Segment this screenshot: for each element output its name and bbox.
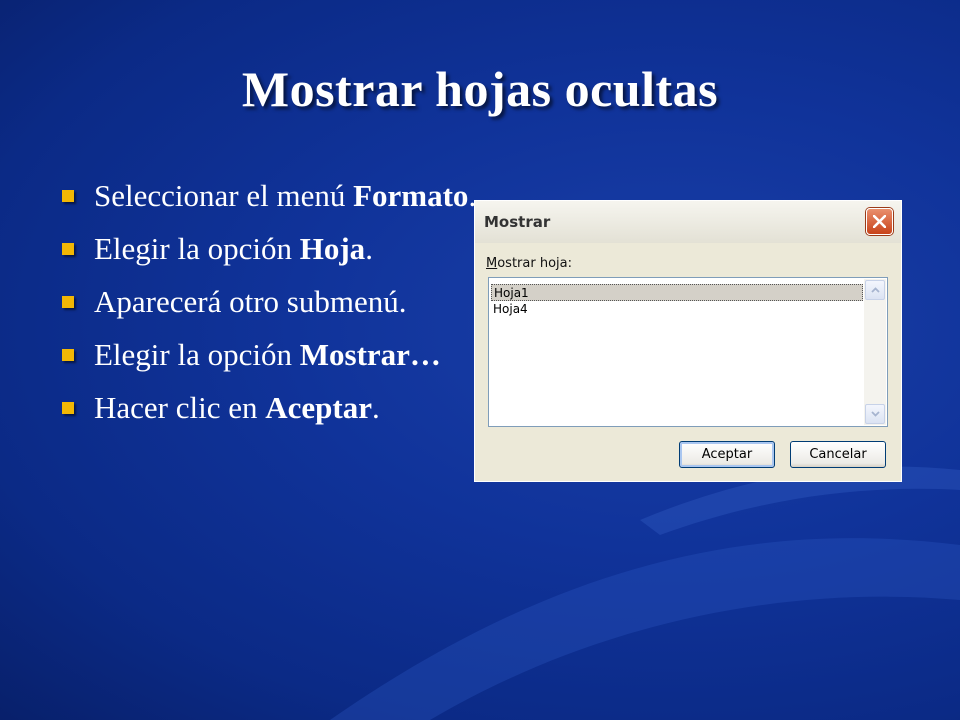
list-item-hoja4[interactable]: Hoja4 [491,301,863,318]
aceptar-button[interactable]: Aceptar [679,441,775,468]
bullet-item: Elegir la opción Mostrar… [60,335,480,375]
mostrar-dialog: Mostrar Mostrar hoja: Hoja1 Hoja4 Acepta… [474,200,902,482]
list-item-hoja1[interactable]: Hoja1 [491,284,863,301]
sheet-listbox[interactable]: Hoja1 Hoja4 [488,277,888,427]
scroll-down-button[interactable] [865,404,885,424]
square-bullet-icon [62,243,74,255]
scroll-up-button[interactable] [865,280,885,300]
square-bullet-icon [62,402,74,414]
square-bullet-icon [62,190,74,202]
cancelar-button[interactable]: Cancelar [790,441,886,468]
bullet-item: Elegir la opción Hoja. [60,229,480,269]
bullet-item: Seleccionar el menú Formato. [60,176,480,216]
close-button[interactable] [866,208,893,235]
close-icon [873,215,886,228]
square-bullet-icon [62,296,74,308]
dialog-titlebar[interactable]: Mostrar [475,201,901,243]
dialog-title: Mostrar [484,213,551,231]
bullet-item: Hacer clic en Aceptar. [60,388,480,428]
chevron-down-icon [871,411,880,417]
mostrar-hoja-label: Mostrar hoja: [486,256,572,271]
square-bullet-icon [62,349,74,361]
chevron-up-icon [871,287,880,293]
slide-title: Mostrar hojas ocultas [241,61,719,117]
bullet-item: Aparecerá otro submenú. [60,282,480,322]
bullet-list: Seleccionar el menú Formato. Elegir la o… [60,176,480,441]
vertical-scrollbar[interactable] [864,279,886,425]
